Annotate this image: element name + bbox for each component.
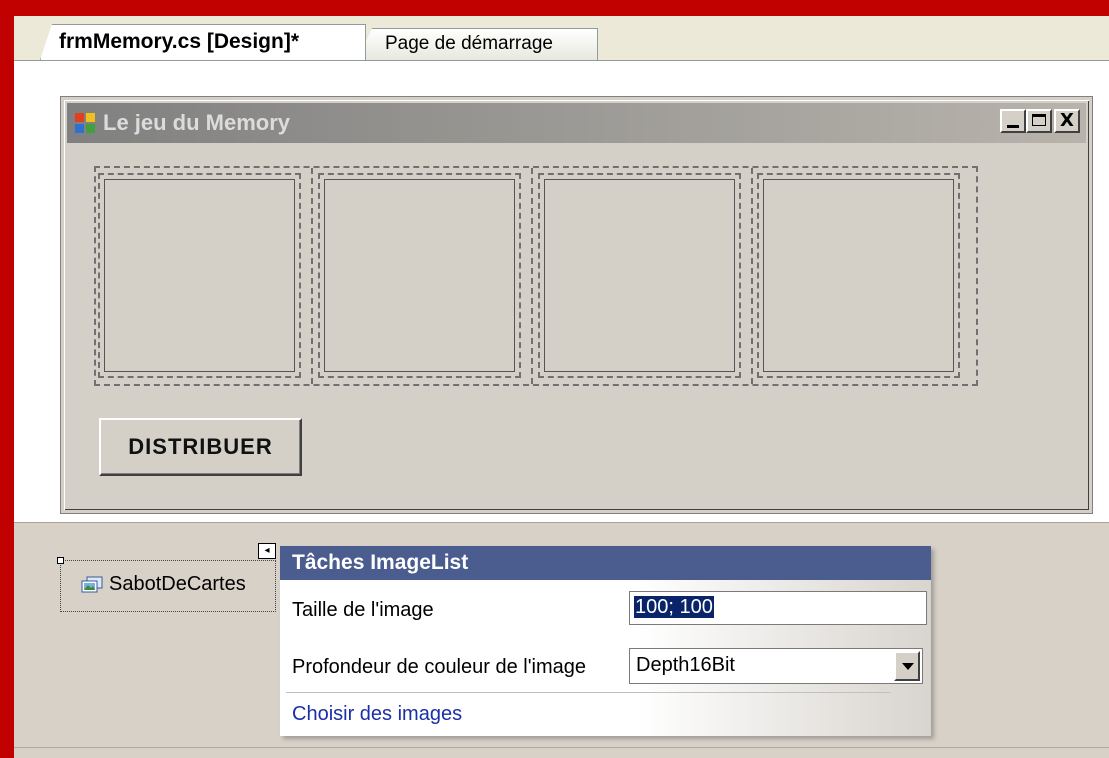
minimize-button[interactable] bbox=[1000, 109, 1026, 133]
form-titlebar[interactable]: Le jeu du Memory X bbox=[67, 103, 1086, 143]
imagelist-icon bbox=[81, 576, 103, 593]
smart-tag-button[interactable]: ◂ bbox=[258, 543, 276, 559]
color-depth-label: Profondeur de couleur de l'image bbox=[292, 656, 587, 678]
image-size-field[interactable]: 100; 100 bbox=[629, 591, 927, 625]
form-title: Le jeu du Memory bbox=[103, 110, 291, 135]
imagelist-tasks-panel: Tâches ImageList Taille de l'image 100; … bbox=[280, 546, 931, 736]
picture-box-3[interactable] bbox=[538, 173, 741, 378]
tray-component-sabotdecartes[interactable]: SabotDeCartes bbox=[57, 557, 276, 612]
distribute-button[interactable]: DISTRIBUER bbox=[99, 418, 302, 476]
picture-box-frame bbox=[763, 179, 954, 372]
selection-grip[interactable] bbox=[57, 557, 64, 564]
minimize-icon bbox=[1007, 125, 1019, 128]
close-button[interactable]: X bbox=[1054, 109, 1080, 133]
separator bbox=[311, 168, 313, 384]
tray-divider bbox=[14, 747, 1109, 748]
chevron-down-icon bbox=[902, 663, 914, 670]
separator bbox=[751, 168, 753, 384]
picture-box-panel[interactable] bbox=[94, 166, 978, 386]
picture-box-2[interactable] bbox=[318, 173, 521, 378]
close-icon: X bbox=[1060, 110, 1074, 131]
picture-box-frame bbox=[324, 179, 515, 372]
picture-box-frame bbox=[104, 179, 295, 372]
color-depth-value: Depth16Bit bbox=[636, 654, 735, 676]
image-size-value: 100; 100 bbox=[634, 596, 714, 618]
panel-divider bbox=[286, 692, 891, 693]
tab-start-page[interactable]: Page de démarrage bbox=[358, 28, 598, 60]
image-size-label: Taille de l'image bbox=[292, 599, 434, 621]
designed-form[interactable]: Le jeu du Memory X DISTRIBUER bbox=[61, 97, 1092, 513]
document-tab-strip: frmMemory.cs [Design]* Page de démarrage bbox=[14, 16, 1109, 61]
maximize-button[interactable] bbox=[1026, 109, 1052, 133]
separator bbox=[531, 168, 533, 384]
form-app-icon bbox=[75, 113, 95, 133]
maximize-icon bbox=[1032, 114, 1046, 126]
picture-box-1[interactable] bbox=[98, 173, 301, 378]
picture-box-4[interactable] bbox=[757, 173, 960, 378]
picture-box-frame bbox=[544, 179, 735, 372]
color-depth-select[interactable]: Depth16Bit bbox=[629, 648, 923, 684]
choose-images-link[interactable]: Choisir des images bbox=[292, 703, 462, 726]
tab-frmmemory-design[interactable]: frmMemory.cs [Design]* bbox=[40, 24, 366, 60]
dropdown-button[interactable] bbox=[894, 651, 920, 681]
panel-title: Tâches ImageList bbox=[280, 546, 931, 580]
component-name: SabotDeCartes bbox=[109, 573, 246, 595]
